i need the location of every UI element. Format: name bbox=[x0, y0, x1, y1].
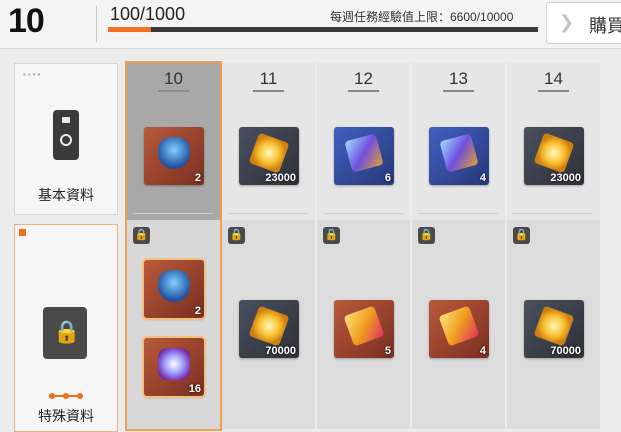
basic-data-card[interactable]: ▪▪▪▪ 基本資料 bbox=[14, 63, 118, 215]
xp-counter: 100/1000 bbox=[110, 4, 186, 24]
level-underline bbox=[253, 90, 284, 92]
xp-progress-fill bbox=[108, 27, 151, 32]
lock-icon: 🔒 bbox=[228, 227, 245, 244]
reward-column-13[interactable]: 13 🔒 4 4 bbox=[412, 63, 505, 429]
level-underline bbox=[348, 90, 379, 92]
gold-chip-icon bbox=[248, 132, 290, 174]
item-quantity: 70000 bbox=[265, 345, 296, 357]
reward-item[interactable]: 5 bbox=[334, 300, 394, 358]
reward-item[interactable]: 2 bbox=[144, 260, 204, 318]
crystal-gem-icon bbox=[158, 348, 190, 380]
column-level: 14 bbox=[544, 69, 563, 88]
reward-item[interactable]: 4 bbox=[429, 300, 489, 358]
item-quantity: 23000 bbox=[265, 172, 296, 184]
item-quantity: 23000 bbox=[550, 172, 581, 184]
gold-chip-icon bbox=[533, 305, 575, 347]
reward-item[interactable]: 70000 bbox=[239, 300, 299, 358]
item-quantity: 2 bbox=[194, 305, 201, 317]
reward-item[interactable]: 4 bbox=[429, 127, 489, 185]
item-quantity: 16 bbox=[188, 383, 201, 395]
reward-column-11[interactable]: 11 🔒 23000 70000 bbox=[222, 63, 315, 429]
xp-progress-bar bbox=[108, 27, 538, 32]
column-level: 13 bbox=[449, 69, 468, 88]
divider bbox=[418, 213, 498, 214]
buy-button[interactable]: ❯ 購買 bbox=[546, 2, 621, 44]
basic-data-label: 基本資料 bbox=[38, 187, 94, 203]
item-quantity: 4 bbox=[479, 172, 486, 184]
weekly-xp-cap: 每週任務經驗值上限：6600/10000 bbox=[330, 10, 514, 24]
lock-icon: 🔒 bbox=[418, 227, 435, 244]
divider bbox=[96, 6, 97, 42]
reward-item[interactable]: 70000 bbox=[524, 300, 584, 358]
special-data-label: 特殊資料 bbox=[38, 408, 94, 424]
column-level: 12 bbox=[354, 69, 373, 88]
gold-chip-icon bbox=[533, 132, 575, 174]
header-bar: 10 100/1000 每週任務經驗值上限：6600/10000 ❯ 購買 bbox=[0, 0, 621, 49]
level-underline bbox=[538, 90, 569, 92]
item-quantity: 4 bbox=[479, 345, 486, 357]
level-underline bbox=[443, 90, 474, 92]
pass-level: 10 bbox=[8, 2, 45, 40]
gold-ticket-icon bbox=[343, 305, 385, 347]
item-quantity: 70000 bbox=[550, 345, 581, 357]
decor-orange-dots bbox=[49, 393, 83, 399]
divider bbox=[513, 213, 593, 214]
gold-ticket-icon bbox=[438, 305, 480, 347]
item-quantity: 2 bbox=[194, 172, 201, 184]
column-level: 11 bbox=[259, 69, 278, 88]
shield-badge-icon bbox=[158, 137, 190, 169]
reward-item[interactable]: 6 bbox=[334, 127, 394, 185]
arrow-icon: ❯ bbox=[559, 12, 575, 32]
divider bbox=[323, 213, 403, 214]
reward-item[interactable]: 16 bbox=[144, 338, 204, 396]
decor-dots: ▪▪▪▪ bbox=[23, 70, 43, 79]
premium-track-cell bbox=[127, 220, 220, 429]
lock-icon: 🔒 bbox=[133, 227, 150, 244]
reward-item[interactable]: 2 bbox=[144, 127, 204, 185]
item-quantity: 6 bbox=[384, 172, 391, 184]
lock-icon: 🔒 bbox=[323, 227, 340, 244]
reward-column-10[interactable]: 10 🔒 2 2 16 bbox=[125, 61, 222, 431]
item-quantity: 5 bbox=[384, 345, 391, 357]
holo-ticket-icon bbox=[439, 133, 479, 173]
reward-item[interactable]: 23000 bbox=[239, 127, 299, 185]
special-data-card[interactable]: 🔒 特殊資料 bbox=[14, 224, 118, 432]
lock-icon: 🔒 bbox=[513, 227, 530, 244]
device-icon bbox=[53, 110, 79, 160]
divider bbox=[228, 213, 308, 214]
column-level: 10 bbox=[164, 69, 183, 88]
locked-file-icon: 🔒 bbox=[43, 307, 87, 359]
buy-label: 購買 bbox=[589, 16, 621, 36]
reward-item[interactable]: 23000 bbox=[524, 127, 584, 185]
corner-mark bbox=[19, 229, 26, 236]
level-underline bbox=[158, 90, 189, 92]
holo-ticket-icon bbox=[344, 133, 384, 173]
divider bbox=[133, 213, 213, 214]
shield-orb-icon bbox=[158, 270, 190, 302]
reward-column-12[interactable]: 12 🔒 6 5 bbox=[317, 63, 410, 429]
gold-chip-icon bbox=[248, 305, 290, 347]
reward-column-14[interactable]: 14 🔒 23000 70000 bbox=[507, 63, 600, 429]
